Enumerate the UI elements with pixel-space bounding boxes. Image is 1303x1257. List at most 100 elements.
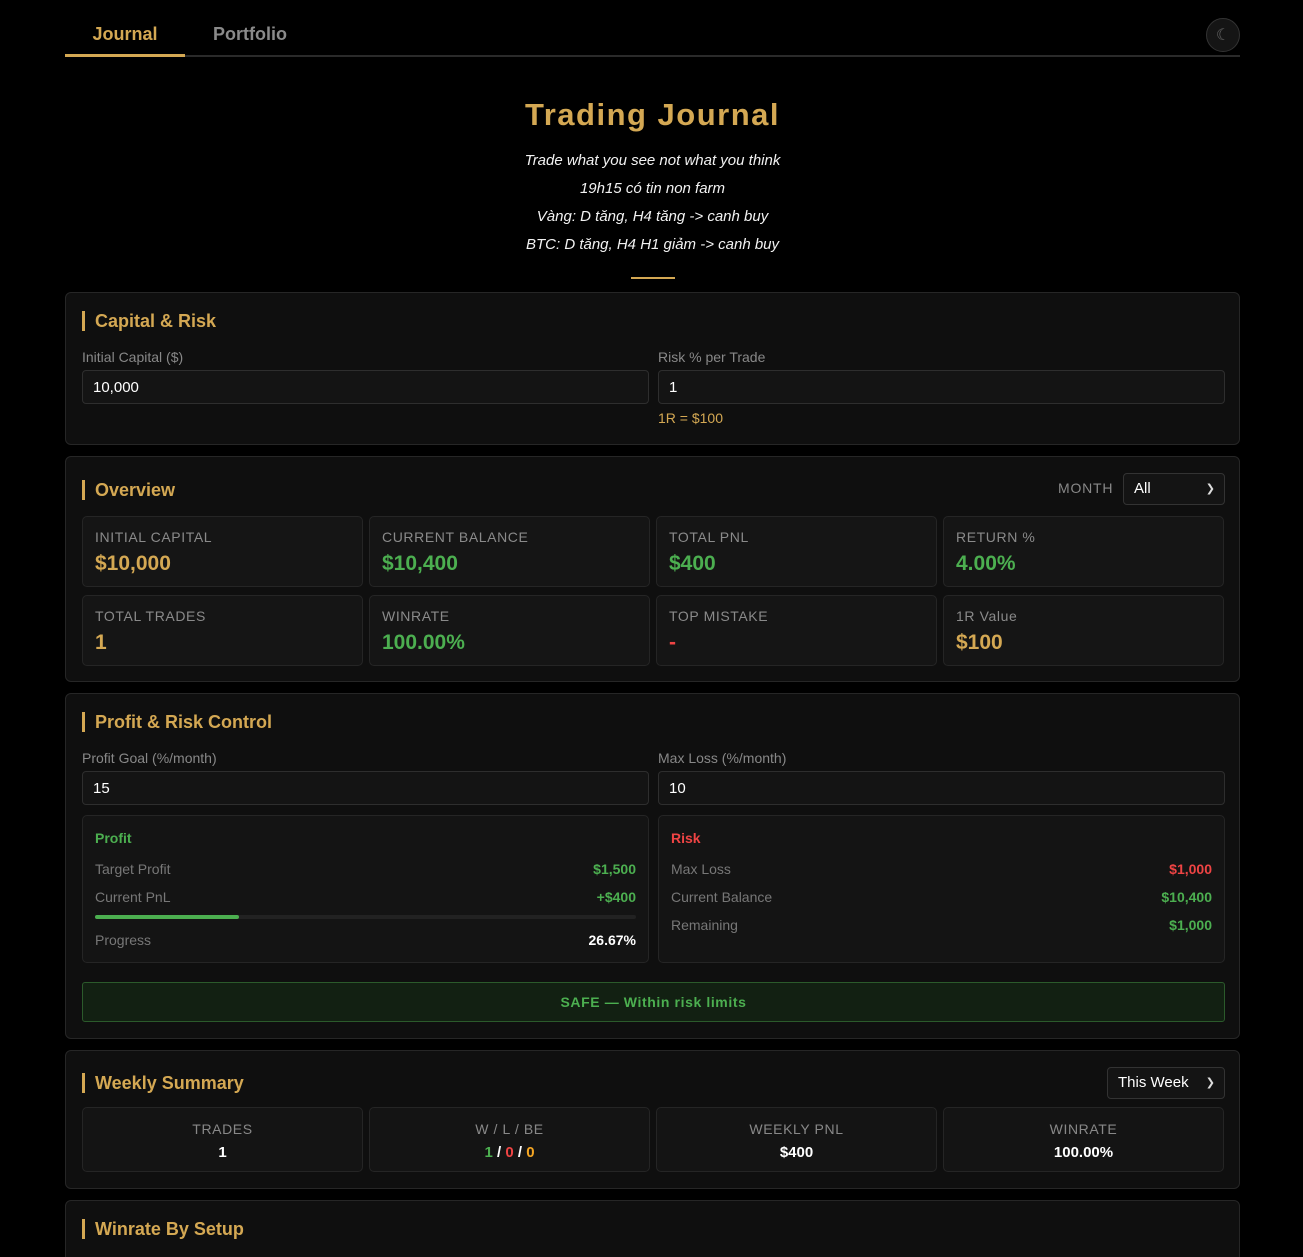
- stat-value: $10,000: [95, 552, 171, 575]
- target-profit-row: Target Profit $1,500: [95, 861, 636, 879]
- weekly-winrate: WINRATE 100.00%: [943, 1107, 1224, 1172]
- tab-journal[interactable]: Journal: [65, 0, 185, 57]
- stat-label: Total Trades: [95, 608, 206, 624]
- card-title: Overview: [82, 480, 175, 500]
- header-note: Trade what you see not what you think: [524, 152, 781, 169]
- header-note: BTC: D tăng, H4 H1 giảm -> canh buy: [525, 236, 780, 253]
- losses-count: 0: [505, 1144, 514, 1161]
- card-title: Weekly Summary: [82, 1073, 244, 1093]
- stat-label: Top Mistake: [669, 608, 769, 624]
- theme-toggle-button[interactable]: ☾: [1206, 18, 1240, 52]
- profit-panel: Profit Target Profit $1,500 Current PnL …: [82, 815, 649, 963]
- row-value: $1,500: [593, 861, 636, 877]
- card-title: Winrate By Setup: [82, 1219, 244, 1239]
- current-pnl-row: Current PnL +$400: [95, 889, 636, 907]
- wins-count: 1: [484, 1144, 493, 1161]
- risk-per-trade-input[interactable]: [658, 370, 1225, 404]
- row-label: Remaining: [671, 917, 738, 933]
- month-filter-label: MONTH: [1058, 480, 1114, 496]
- weekly-stat-value: $400: [779, 1144, 814, 1161]
- row-label: Progress: [95, 932, 152, 948]
- profit-goal-input[interactable]: [82, 771, 649, 805]
- header-note: Vàng: D tăng, H4 tăng -> canh buy: [536, 208, 769, 225]
- row-value: +$400: [596, 889, 636, 905]
- week-select-value: This Week: [1118, 1074, 1189, 1091]
- max-loss-row: Max Loss $1,000: [671, 861, 1212, 879]
- profit-progress-fill: [95, 915, 240, 919]
- stat-label: Initial Capital: [95, 529, 213, 545]
- weekly-stat-label: WINRATE: [1049, 1121, 1118, 1137]
- weekly-stat-value: 1 / 0 / 0: [484, 1144, 535, 1161]
- weekly-pnl: WEEKLY PNL $400: [656, 1107, 937, 1172]
- risk-panel-title: Risk: [671, 830, 701, 846]
- chevron-down-icon: ❯: [1205, 483, 1215, 495]
- stat-1r-value: 1R Value $100: [943, 595, 1224, 666]
- week-select[interactable]: This Week ❯: [1107, 1067, 1225, 1099]
- stat-value: 4.00%: [956, 552, 1016, 575]
- weekly-stat-label: WEEKLY PNL: [749, 1121, 844, 1137]
- stat-value: 1: [95, 631, 107, 654]
- profit-risk-card: Profit & Risk Control Profit Goal (%/mon…: [65, 693, 1240, 1039]
- stat-label: Current Balance: [382, 529, 529, 545]
- progress-row: Progress 26.67%: [95, 932, 636, 950]
- month-select[interactable]: All ❯: [1123, 473, 1225, 505]
- initial-capital-label: Initial Capital ($): [82, 349, 184, 365]
- weekly-stat-label: W / L / BE: [475, 1121, 544, 1137]
- stat-total-pnl: Total PnL $400: [656, 516, 937, 587]
- stat-value: $10,400: [382, 552, 458, 575]
- header-divider: [630, 277, 675, 279]
- r-value-hint: 1R = $100: [658, 410, 723, 426]
- stat-label: Total PnL: [669, 529, 749, 545]
- row-label: Target Profit: [95, 861, 171, 877]
- capital-risk-card: Capital & Risk Initial Capital ($) Risk …: [65, 292, 1240, 445]
- stat-current-balance: Current Balance $10,400: [369, 516, 650, 587]
- row-label: Max Loss: [671, 861, 731, 877]
- row-label: Current Balance: [671, 889, 773, 905]
- stat-value: $100: [956, 631, 1003, 654]
- risk-panel: Risk Max Loss $1,000 Current Balance $10…: [658, 815, 1225, 963]
- card-title: Capital & Risk: [82, 311, 216, 331]
- weekly-trades: TRADES 1: [82, 1107, 363, 1172]
- initial-capital-input[interactable]: [82, 370, 649, 404]
- stat-winrate: Winrate 100.00%: [369, 595, 650, 666]
- row-value: $1,000: [1169, 917, 1212, 933]
- tab-bar: Journal Portfolio ☾: [65, 0, 1240, 57]
- profit-goal-label: Profit Goal (%/month): [82, 750, 217, 766]
- tab-portfolio[interactable]: Portfolio: [190, 0, 310, 57]
- stat-value: $400: [669, 552, 716, 575]
- app-container: Journal Portfolio ☾ Trading Journal Trad…: [65, 0, 1240, 1257]
- stat-initial-capital: Initial Capital $10,000: [82, 516, 363, 587]
- stat-value: 100.00%: [382, 631, 465, 654]
- weekly-stat-value: 1: [218, 1144, 227, 1161]
- current-balance-row: Current Balance $10,400: [671, 889, 1212, 907]
- row-value: $1,000: [1169, 861, 1212, 877]
- stat-label: Winrate: [382, 608, 450, 624]
- weekly-wlbe: W / L / BE 1 / 0 / 0: [369, 1107, 650, 1172]
- weekly-stat-value: 100.00%: [1053, 1144, 1114, 1161]
- moon-icon: ☾: [1215, 27, 1231, 44]
- stat-total-trades: Total Trades 1: [82, 595, 363, 666]
- stat-return-percent: Return % 4.00%: [943, 516, 1224, 587]
- row-value: 26.67%: [588, 932, 636, 948]
- card-title: Profit & Risk Control: [82, 712, 272, 732]
- risk-per-trade-label: Risk % per Trade: [658, 349, 766, 365]
- breakeven-count: 0: [526, 1144, 535, 1161]
- profit-progress-bar: [95, 915, 636, 919]
- weekly-stat-label: TRADES: [192, 1121, 253, 1137]
- profit-panel-title: Profit: [95, 830, 132, 846]
- stat-label: Return %: [956, 529, 1036, 545]
- risk-status-badge: SAFE — Within risk limits: [82, 982, 1225, 1022]
- stat-top-mistake: Top Mistake -: [656, 595, 937, 666]
- max-loss-input[interactable]: [658, 771, 1225, 805]
- row-label: Current PnL: [95, 889, 171, 905]
- weekly-summary-card: Weekly Summary This Week ❯ TRADES 1 W / …: [65, 1050, 1240, 1189]
- winrate-setup-card: Winrate By Setup: [65, 1200, 1240, 1257]
- month-select-value: All: [1134, 480, 1151, 497]
- row-value: $10,400: [1161, 889, 1212, 905]
- page-title: Trading Journal: [524, 97, 781, 132]
- stat-value: -: [669, 631, 676, 654]
- page-header: Trading Journal Trade what you see not w…: [65, 57, 1240, 292]
- stat-label: 1R Value: [956, 608, 1018, 624]
- overview-card: Overview MONTH All ❯ Initial Capital $10…: [65, 456, 1240, 682]
- remaining-row: Remaining $1,000: [671, 917, 1212, 935]
